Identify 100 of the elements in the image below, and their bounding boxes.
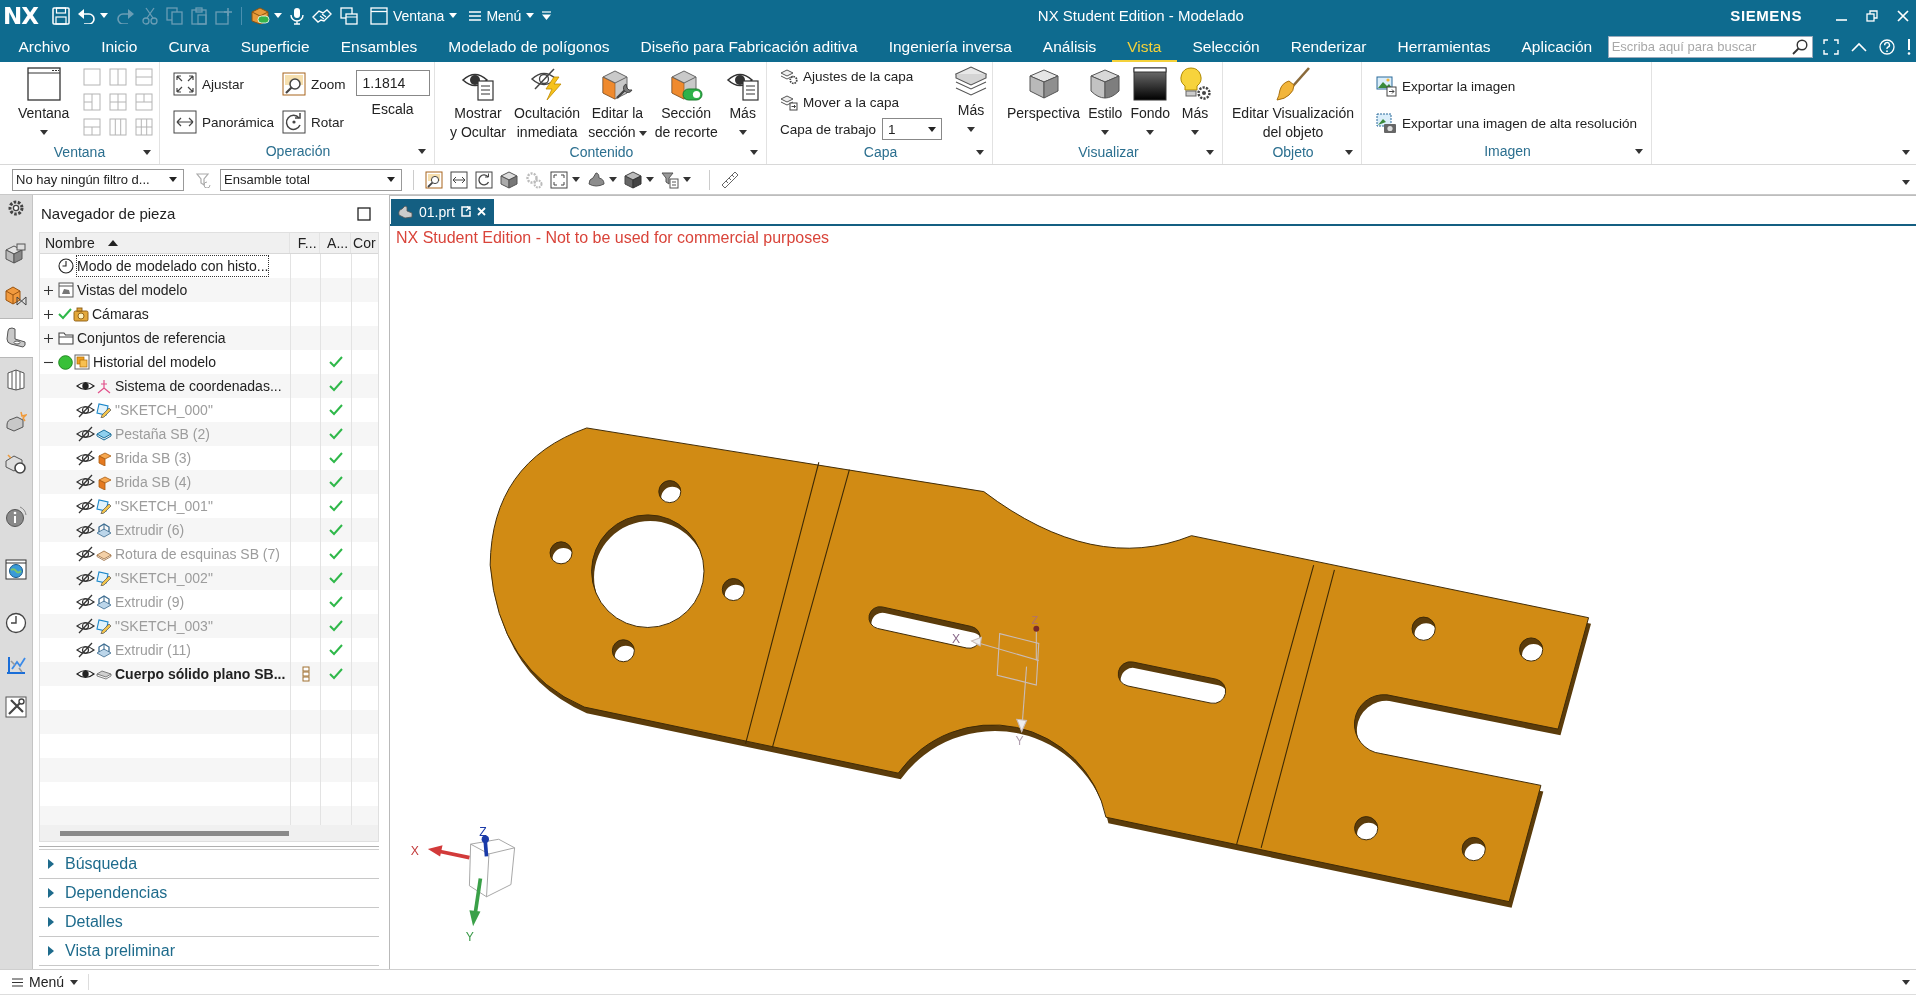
eye-slash-icon[interactable]	[76, 402, 95, 418]
menu-tab[interactable]: Inicio	[85, 31, 153, 62]
column-header[interactable]: A...	[327, 235, 349, 251]
caret-down-icon[interactable]	[274, 13, 282, 18]
undo-icon[interactable]	[78, 7, 96, 24]
menu-tab[interactable]: Ingeniería inversa	[873, 31, 1028, 62]
handshake-icon[interactable]	[312, 7, 332, 24]
rotate-icon[interactable]	[475, 170, 493, 189]
scope-dropdown[interactable]: Ensamble total	[220, 168, 402, 191]
expand-icon[interactable]	[44, 333, 53, 343]
caret-down-icon[interactable]	[572, 177, 580, 182]
expand-icon[interactable]	[44, 285, 53, 295]
menu-tab[interactable]: Vista	[1111, 31, 1177, 62]
eye-slash-icon[interactable]	[76, 570, 95, 586]
window-menu-button[interactable]: Ventana	[370, 6, 458, 25]
alert-icon[interactable]	[1906, 38, 1911, 55]
column-header[interactable]: Cor	[353, 235, 376, 251]
ribbon-button[interactable]: Mostrar y Ocultar	[446, 67, 510, 142]
clipboard-icon[interactable]	[191, 6, 207, 25]
section-header[interactable]: Dependencias	[39, 879, 379, 908]
menu-tab[interactable]: Curva	[152, 31, 226, 62]
help-icon[interactable]	[1878, 38, 1895, 55]
eye-slash-icon[interactable]	[76, 426, 95, 442]
ribbon-button[interactable]: Mover a la capa	[780, 90, 943, 114]
customize-icon[interactable]	[542, 11, 552, 20]
ribbon-button[interactable]: Exportar una imagen de alta resolución	[1376, 111, 1637, 135]
menu-tab[interactable]: Superficie	[225, 31, 326, 62]
funnel-list-icon[interactable]	[661, 170, 679, 189]
eye-slash-icon[interactable]	[76, 642, 95, 658]
caret-down-icon[interactable]	[1902, 180, 1910, 185]
menu-tab[interactable]: Selección	[1176, 31, 1276, 62]
caret-down-icon[interactable]	[750, 149, 758, 155]
ribbon-button[interactable]: Más	[721, 67, 764, 142]
cube-toggle-icon[interactable]	[250, 6, 270, 25]
caret-down-icon[interactable]	[976, 149, 984, 155]
eye-slash-icon[interactable]	[76, 498, 95, 514]
filter-dropdown[interactable]: No hay ningún filtro d...	[12, 168, 184, 191]
chevron-up-icon[interactable]	[1850, 41, 1867, 52]
column-header[interactable]: F...	[297, 235, 317, 251]
ribbon-button[interactable]: Editar Visualización del objeto	[1228, 67, 1358, 142]
ribbon-button[interactable]: Ventana	[14, 67, 74, 142]
ribbon-button[interactable]: Fondo	[1126, 67, 1175, 142]
ribbon-button[interactable]: Rotar	[282, 108, 346, 136]
section-header[interactable]: Detalles	[39, 908, 379, 937]
document-tab[interactable]: 01.prt	[391, 199, 494, 224]
shaded-shape-icon[interactable]	[587, 170, 605, 189]
ribbon-button[interactable]: Panorámica	[173, 108, 275, 136]
ribbon-button[interactable]: Ajustes de la capa	[780, 64, 943, 88]
menu-tab[interactable]: Modelado de polígonos	[432, 31, 625, 62]
expand-icon[interactable]	[44, 309, 53, 319]
ruler-icon[interactable]	[721, 170, 739, 189]
ribbon-button[interactable]: Exportar la imagen	[1376, 74, 1637, 98]
ribbon-button[interactable]: Más	[950, 64, 992, 139]
close-icon[interactable]	[1897, 9, 1909, 22]
caret-down-icon[interactable]	[100, 13, 108, 18]
menu-tab[interactable]: Herramientas	[1382, 31, 1507, 62]
maximize-icon[interactable]	[357, 206, 371, 221]
ribbon-button[interactable]: Editar la sección	[584, 67, 651, 142]
menu-tab[interactable]: Diseño para Fabricación aditiva	[625, 31, 874, 62]
ribbon-button[interactable]: Zoom	[282, 70, 346, 98]
zoom-window-icon[interactable]	[425, 170, 443, 189]
eye-slash-icon[interactable]	[76, 450, 95, 466]
tree-item[interactable]: Modo de modelado con histo...	[77, 256, 269, 276]
close-icon[interactable]	[476, 207, 486, 216]
caret-down-icon[interactable]	[1206, 149, 1214, 155]
cube-icon[interactable]	[500, 170, 518, 189]
caret-down-icon[interactable]	[683, 177, 691, 182]
eye-slash-icon[interactable]	[76, 618, 95, 634]
save-icon[interactable]	[52, 6, 70, 25]
menu-button[interactable]: Menú	[12, 974, 90, 990]
search-field[interactable]: Escriba aquí para buscar	[1607, 35, 1813, 58]
sort-up-icon[interactable]	[107, 240, 118, 246]
caret-down-icon[interactable]	[143, 149, 151, 155]
ribbon-button[interactable]: Ocultación inmediata	[510, 67, 585, 142]
detach-icon[interactable]	[460, 206, 471, 217]
caret-down-icon[interactable]	[1902, 150, 1910, 155]
box-icon[interactable]	[624, 170, 642, 189]
menu-tab[interactable]: Archivo	[3, 31, 86, 62]
section-header[interactable]: Búsqueda	[39, 850, 379, 879]
eye-slash-icon[interactable]	[76, 522, 95, 538]
settings-icon[interactable]	[7, 199, 25, 217]
ribbon-button[interactable]: Perspectiva	[1003, 67, 1085, 123]
menu-tab[interactable]: Aplicación	[1506, 31, 1608, 62]
view-frame-icon[interactable]	[550, 170, 568, 189]
eye-slash-icon[interactable]	[76, 474, 95, 490]
caret-down-icon[interactable]	[418, 148, 426, 154]
ribbon-button[interactable]: Estilo	[1084, 67, 1127, 142]
caret-down-icon[interactable]	[1635, 148, 1643, 154]
scale-field[interactable]: 1.1814	[355, 70, 430, 96]
menu-tab[interactable]: Análisis	[1027, 31, 1112, 62]
sidebar-tab[interactable]	[0, 318, 33, 358]
section-header[interactable]: Vista preliminar	[39, 937, 379, 966]
tree-item[interactable]: Historial del modelo	[93, 352, 216, 372]
horizontal-scrollbar[interactable]	[40, 825, 378, 841]
caret-down-icon[interactable]	[646, 177, 654, 182]
caret-down-icon[interactable]	[609, 177, 617, 182]
pan-icon[interactable]	[450, 170, 468, 189]
ribbon-button[interactable]: Sección de recorte	[650, 67, 722, 142]
menu-tab[interactable]: Ensambles	[325, 31, 433, 62]
menu-button[interactable]: Menú	[469, 7, 535, 24]
